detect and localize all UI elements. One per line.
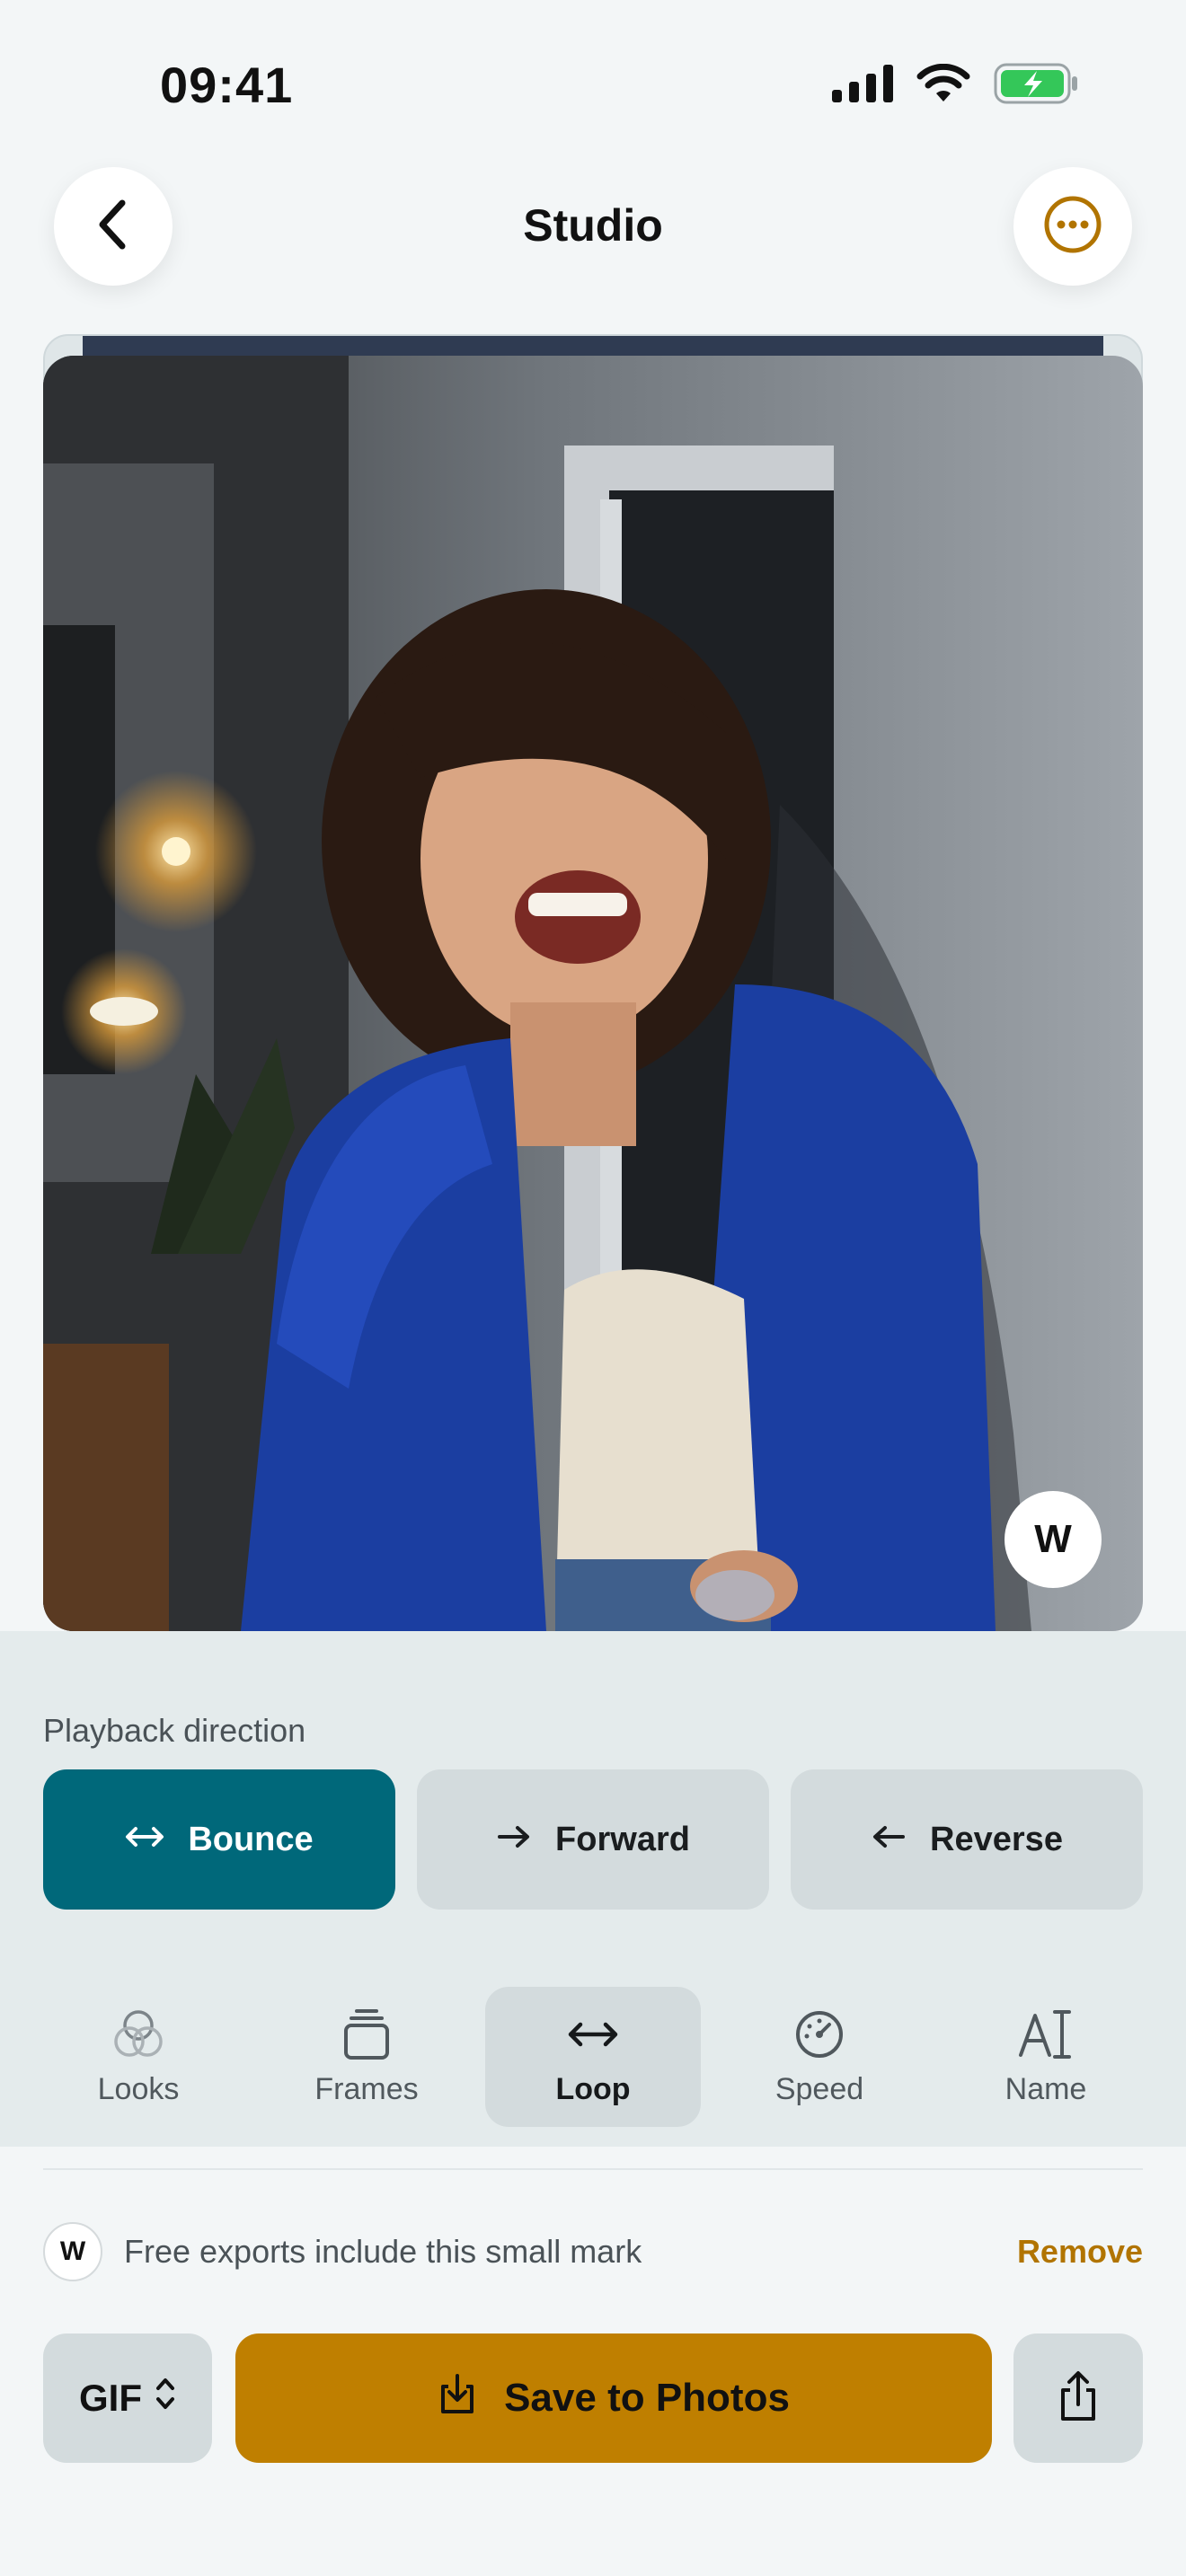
signal-icon — [832, 65, 893, 107]
format-select[interactable]: GIF — [43, 2333, 212, 2463]
tab-loop-label: Loop — [555, 2071, 631, 2106]
tab-name-label: Name — [1005, 2071, 1087, 2106]
battery-icon — [994, 63, 1078, 109]
reverse-button[interactable]: Reverse — [791, 1769, 1143, 1910]
share-button[interactable] — [1013, 2333, 1143, 2463]
playback-direction-label: Playback direction — [43, 1712, 306, 1749]
more-options-button[interactable] — [1013, 167, 1132, 286]
share-icon — [1056, 2370, 1101, 2427]
tab-frames-label: Frames — [314, 2071, 419, 2106]
tab-speed[interactable]: Speed — [712, 1987, 927, 2127]
bounce-label: Bounce — [188, 1820, 314, 1858]
ellipsis-circle-icon — [1042, 194, 1103, 260]
reverse-label: Reverse — [930, 1820, 1063, 1858]
watermark-mark-icon: W — [43, 2222, 102, 2281]
frame-stack-strip — [83, 336, 1103, 357]
chevron-up-down-icon — [155, 2376, 176, 2421]
photo-preview[interactable] — [43, 356, 1143, 1631]
status-time: 09:41 — [160, 57, 294, 113]
wifi-icon — [916, 63, 970, 108]
watermark-notice-text: Free exports include this small mark — [124, 2233, 642, 2270]
arrow-right-icon — [496, 1821, 532, 1859]
bidirectional-arrow-icon — [125, 1821, 164, 1859]
status-icons — [832, 63, 1078, 109]
page-title: Studio — [523, 200, 663, 251]
bounce-button[interactable]: Bounce — [43, 1769, 395, 1910]
forward-label: Forward — [555, 1820, 690, 1858]
divider — [43, 2168, 1143, 2170]
save-to-photos-label: Save to Photos — [504, 2376, 790, 2420]
loop-icon — [568, 2007, 618, 2061]
tab-speed-label: Speed — [774, 2071, 864, 2106]
arrow-left-icon — [871, 1821, 907, 1859]
forward-button[interactable]: Forward — [417, 1769, 769, 1910]
format-value: GIF — [79, 2377, 142, 2419]
name-icon — [1017, 2007, 1075, 2061]
speed-icon — [793, 2007, 845, 2061]
studio-screen: 09:41 Studio W Playback direction Bounce… — [0, 0, 1186, 2576]
tab-name[interactable]: Name — [938, 1987, 1154, 2127]
photo-illustration — [43, 356, 1143, 1631]
remove-watermark-link[interactable]: Remove — [1017, 2233, 1143, 2271]
tab-looks-label: Looks — [97, 2071, 180, 2106]
download-icon — [438, 2372, 477, 2425]
save-to-photos-button[interactable]: Save to Photos — [235, 2333, 992, 2463]
watermark-badge: W — [1005, 1491, 1102, 1588]
tab-frames[interactable]: Frames — [259, 1987, 474, 2127]
tab-looks[interactable]: Looks — [31, 1987, 246, 2127]
tab-loop[interactable]: Loop — [485, 1987, 701, 2127]
frames-icon — [341, 2007, 393, 2061]
looks-icon — [111, 2007, 165, 2061]
